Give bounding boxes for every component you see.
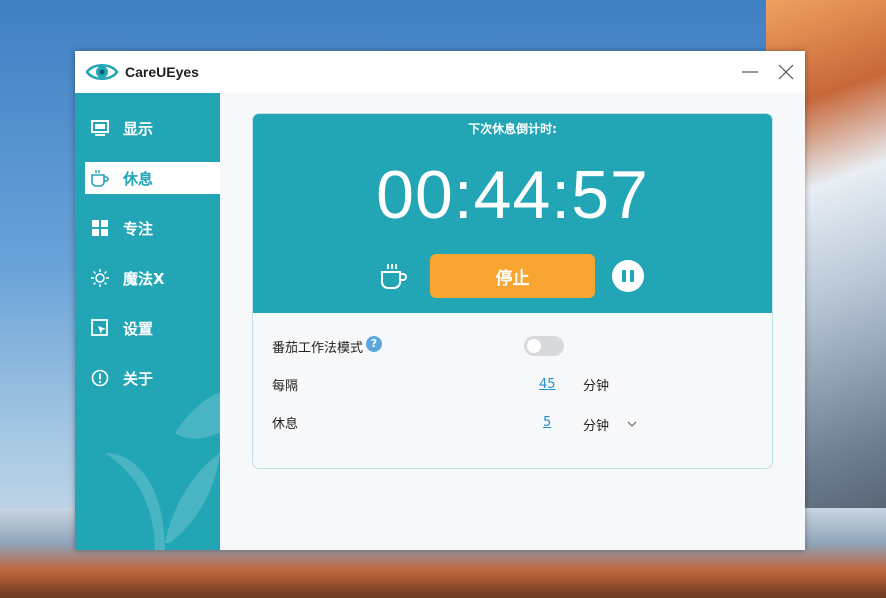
app-window: CareUEyes 显示 休息 专注 魔法X 设置 关于 下次休息倒计时: 00…	[75, 51, 805, 550]
sidebar-item-label: 休息	[123, 169, 154, 188]
interval-label: 每隔	[272, 379, 299, 394]
sidebar-item-about[interactable]: 关于	[85, 362, 220, 394]
sidebar-item-display[interactable]: 显示	[85, 112, 220, 144]
app-title: CareUEyes	[125, 64, 199, 80]
sidebar-item-settings[interactable]: 设置	[85, 312, 220, 344]
pause-icon	[630, 270, 634, 282]
sidebar-item-label: 设置	[123, 319, 154, 338]
minimize-icon[interactable]	[739, 61, 761, 83]
sidebar-item-break[interactable]: 休息	[85, 162, 220, 194]
take-break-coffee-icon[interactable]	[379, 262, 409, 290]
interval-unit: 分钟	[583, 379, 610, 394]
pomodoro-toggle[interactable]	[524, 336, 564, 356]
sidebar-item-label: 专注	[123, 219, 154, 238]
sun-dim-icon	[89, 267, 111, 289]
eye-logo-icon	[85, 64, 119, 80]
stop-button[interactable]: 停止	[430, 254, 595, 298]
sidebar-item-label: 魔法X	[123, 269, 165, 288]
title-bar: CareUEyes	[75, 51, 805, 93]
coffee-cup-icon	[89, 167, 111, 189]
pause-button[interactable]	[612, 260, 644, 292]
countdown-label: 下次休息倒计时:	[468, 122, 557, 136]
sidebar-item-label: 关于	[123, 369, 154, 388]
break-timer-card: 下次休息倒计时: 00:44:57 停止 番茄工作法模式 ? 每隔 45 分钟 …	[252, 113, 773, 469]
close-icon[interactable]	[775, 61, 797, 83]
pomodoro-mode-label: 番茄工作法模式	[272, 341, 364, 356]
break-duration-label: 休息	[272, 417, 299, 432]
help-icon[interactable]: ?	[366, 336, 382, 352]
sidebar: 显示 休息 专注 魔法X 设置 关于	[75, 93, 220, 550]
sidebar-item-label: 显示	[123, 119, 154, 138]
toggle-knob	[527, 339, 541, 353]
info-circle-icon	[89, 367, 111, 389]
countdown-panel: 下次休息倒计时: 00:44:57 停止	[253, 114, 772, 313]
leaf-decoration-icon	[105, 393, 220, 550]
sidebar-item-magic[interactable]: 魔法X	[85, 262, 220, 294]
chevron-down-icon[interactable]	[626, 419, 638, 429]
pause-icon	[622, 270, 626, 282]
countdown-timer: 00:44:57	[376, 157, 649, 233]
break-value-link[interactable]: 5	[543, 415, 551, 430]
break-unit: 分钟	[583, 419, 610, 434]
cursor-window-icon	[89, 317, 111, 339]
monitor-icon	[89, 117, 111, 139]
interval-value-link[interactable]: 45	[539, 377, 556, 392]
sidebar-item-focus[interactable]: 专注	[85, 212, 220, 244]
windows-icon	[89, 217, 111, 239]
